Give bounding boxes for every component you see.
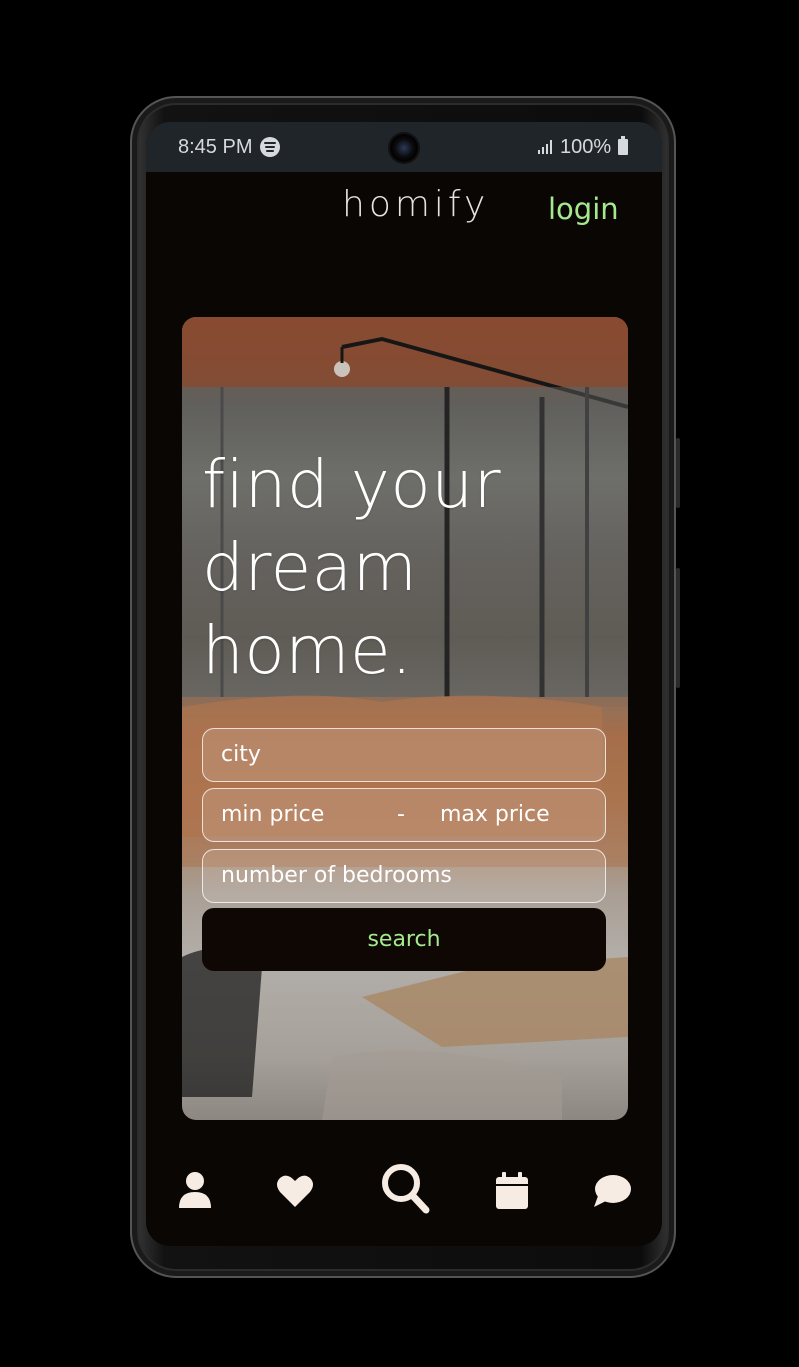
app-logo: homify — [342, 184, 490, 225]
bedrooms-input[interactable]: number of bedrooms — [202, 849, 606, 903]
power-button — [676, 438, 680, 508]
search-icon — [382, 1164, 430, 1214]
chat-icon — [594, 1175, 631, 1207]
price-range-input: min price - max price — [202, 788, 606, 842]
calendar-icon — [496, 1172, 528, 1209]
search-button[interactable]: search — [202, 908, 606, 971]
battery-percent: 100% — [560, 136, 612, 158]
nav-profile[interactable] — [177, 1170, 213, 1214]
nav-favorites[interactable] — [276, 1174, 314, 1212]
hero-background-image — [182, 317, 628, 1120]
battery-icon — [618, 136, 628, 155]
headline-line: dream — [202, 529, 418, 606]
headline-line: find your — [202, 446, 502, 523]
signal-icon — [538, 140, 554, 154]
heart-icon — [277, 1175, 313, 1207]
bedrooms-placeholder: number of bedrooms — [221, 863, 452, 888]
nav-bookings[interactable] — [495, 1172, 529, 1214]
hero-headline: find your dream home. — [202, 443, 501, 692]
price-separator: - — [397, 802, 405, 827]
spotify-icon — [260, 137, 280, 157]
headline-line: home. — [202, 612, 413, 689]
login-link[interactable]: login — [548, 192, 619, 226]
user-icon — [179, 1172, 211, 1208]
front-camera — [390, 134, 418, 162]
city-placeholder: city — [221, 742, 261, 767]
bottom-nav — [146, 1162, 662, 1232]
nav-search[interactable] — [380, 1162, 430, 1218]
status-bar: 8:45 PM 100% — [146, 122, 662, 172]
nav-messages[interactable] — [592, 1174, 632, 1214]
volume-button — [676, 568, 680, 688]
phone-screen: 8:45 PM 100% homify login find your drea… — [146, 122, 662, 1246]
hero-card: find your dream home. city min price - m… — [182, 317, 628, 1120]
city-input[interactable]: city — [202, 728, 606, 782]
status-time: 8:45 PM — [178, 136, 253, 158]
max-price-input[interactable]: max price — [440, 802, 550, 827]
min-price-input[interactable]: min price — [221, 802, 324, 827]
